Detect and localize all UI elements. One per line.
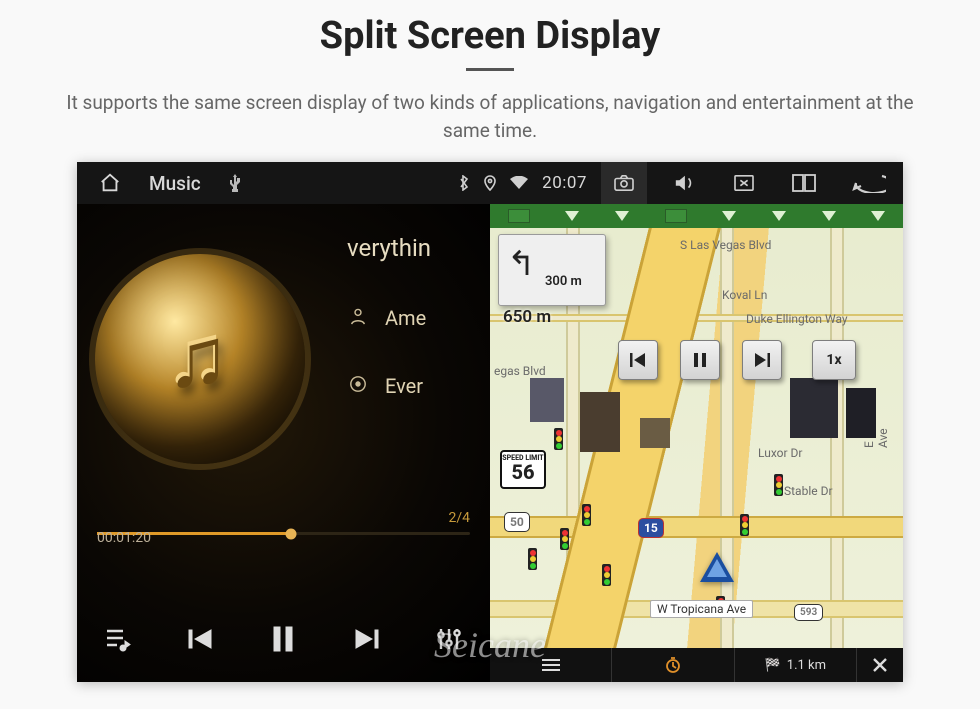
turn-distance-short: 300 m xyxy=(545,274,582,289)
hero-title: Split Screen Display xyxy=(0,0,980,58)
interstate-shield-15: 15 xyxy=(638,518,664,538)
vehicle-position-icon xyxy=(700,552,734,582)
album-row: Ever xyxy=(347,374,480,398)
next-turn-card: ↰ 300 m 650 m xyxy=(498,234,606,306)
split-screen-icon[interactable] xyxy=(781,162,827,204)
music-note-icon: ♫ xyxy=(167,308,230,407)
artist-name: Ame xyxy=(385,306,426,330)
street-luxor: Luxor Dr xyxy=(758,446,802,460)
playlist-button[interactable] xyxy=(90,611,146,667)
street-s-las-vegas: S Las Vegas Blvd xyxy=(680,238,771,252)
wifi-icon xyxy=(510,176,528,190)
sim-speed-button[interactable]: 1x xyxy=(812,340,856,380)
street-duke: Duke Ellington Way xyxy=(746,312,848,326)
statusbar-time: 20:07 xyxy=(542,173,587,193)
sim-next-button[interactable] xyxy=(742,340,782,380)
flag-icon: 🏁 xyxy=(765,658,781,673)
nav-destination-button[interactable]: 🏁 1.1 km xyxy=(735,648,857,682)
distance-remaining: 1.1 km xyxy=(787,658,826,673)
street-koval: Koval Ln xyxy=(722,288,767,302)
volume-icon[interactable] xyxy=(661,162,707,204)
sim-pause-button[interactable] xyxy=(680,340,720,380)
equalizer-button[interactable] xyxy=(421,611,477,667)
album-art[interactable]: ♫ xyxy=(95,254,305,464)
track-counter: 2/4 xyxy=(448,510,470,526)
transport-bar xyxy=(77,596,490,682)
nav-menu-button[interactable] xyxy=(490,648,612,682)
device-frame: Music 20:07 xyxy=(77,162,903,682)
hero-subtitle: It supports the same screen display of t… xyxy=(50,89,930,144)
street-stable: Stable Dr xyxy=(784,484,833,498)
location-icon xyxy=(484,175,496,191)
bluetooth-icon xyxy=(458,175,470,191)
next-track-button[interactable] xyxy=(338,611,394,667)
artist-icon xyxy=(347,307,369,330)
back-icon[interactable] xyxy=(841,162,897,204)
map-canvas[interactable]: S Las Vegas Blvd Koval Ln Duke Ellington… xyxy=(490,228,903,648)
turn-distance-long: 650 m xyxy=(503,307,551,327)
screenshot-icon[interactable] xyxy=(601,162,647,204)
usb-icon xyxy=(229,174,241,192)
split-container: ♫ verythin Ame Ever xyxy=(77,204,903,682)
route-shield-593: 593 xyxy=(794,604,823,621)
lane-guidance-strip xyxy=(490,204,903,228)
artist-row: Ame xyxy=(347,306,480,330)
close-app-icon[interactable] xyxy=(721,162,767,204)
current-street-label: W Tropicana Ave xyxy=(650,600,753,618)
speed-limit-sign: SPEED LIMIT 56 xyxy=(500,450,546,489)
prev-track-button[interactable] xyxy=(173,611,229,667)
speed-limit-value: 56 xyxy=(502,462,544,483)
navigation-pane: S Las Vegas Blvd Koval Ln Duke Ellington… xyxy=(490,204,903,682)
play-pause-button[interactable] xyxy=(255,611,311,667)
nav-timer-button[interactable] xyxy=(612,648,734,682)
home-icon[interactable] xyxy=(99,172,121,194)
track-title: verythin xyxy=(347,234,431,262)
elapsed-time: 00:01:20 xyxy=(97,530,151,546)
album-icon xyxy=(347,375,369,398)
album-name: Ever xyxy=(385,374,423,398)
track-title-row: verythin xyxy=(347,234,480,262)
route-shield-50: 50 xyxy=(504,512,530,532)
street-vegas-blvd: egas Blvd xyxy=(494,364,546,378)
nav-close-button[interactable] xyxy=(857,648,903,682)
hero-divider xyxy=(466,68,514,71)
turn-left-icon: ↰ xyxy=(507,251,536,278)
progress-bar[interactable] xyxy=(97,532,470,535)
music-pane: ♫ verythin Ame Ever xyxy=(77,204,490,682)
nav-bottom-bar: 🏁 1.1 km xyxy=(490,648,903,682)
status-bar: Music 20:07 xyxy=(77,162,903,204)
statusbar-app-label: Music xyxy=(149,172,201,195)
sim-prev-button[interactable] xyxy=(618,340,658,380)
